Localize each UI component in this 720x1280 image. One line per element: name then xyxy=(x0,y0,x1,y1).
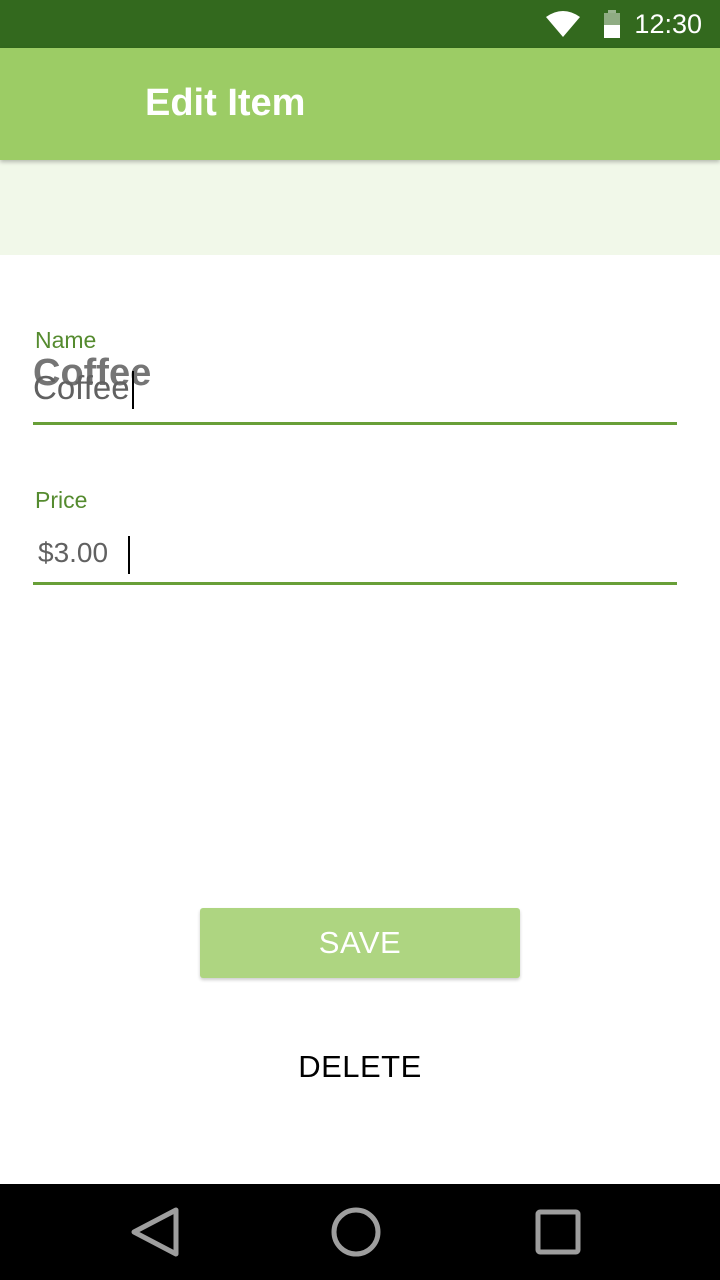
price-field-underline xyxy=(33,582,677,585)
back-icon[interactable] xyxy=(128,1204,184,1260)
delete-button[interactable]: DELETE xyxy=(260,1044,460,1090)
name-field-label: Name xyxy=(35,327,97,353)
navigation-bar xyxy=(0,1184,720,1280)
page-title: Edit Item xyxy=(145,82,306,124)
price-field[interactable]: $3.00 xyxy=(38,533,131,574)
text-cursor xyxy=(128,535,131,574)
status-time: 12:30 xyxy=(634,9,702,39)
app-bar: Edit Item xyxy=(0,48,720,160)
wifi-icon xyxy=(546,11,580,37)
name-field[interactable]: Coffee xyxy=(33,368,134,410)
text-cursor xyxy=(131,371,134,410)
name-field-value: Coffee xyxy=(33,369,130,406)
save-button[interactable]: SAVE xyxy=(200,908,520,978)
price-field-value: $3.00 xyxy=(38,537,109,568)
battery-icon xyxy=(604,10,620,38)
recents-icon[interactable] xyxy=(530,1204,586,1260)
home-icon[interactable] xyxy=(328,1204,384,1260)
price-field-label: Price xyxy=(35,487,88,513)
name-field-underline xyxy=(33,422,677,425)
status-bar: 12:30 xyxy=(0,0,720,48)
